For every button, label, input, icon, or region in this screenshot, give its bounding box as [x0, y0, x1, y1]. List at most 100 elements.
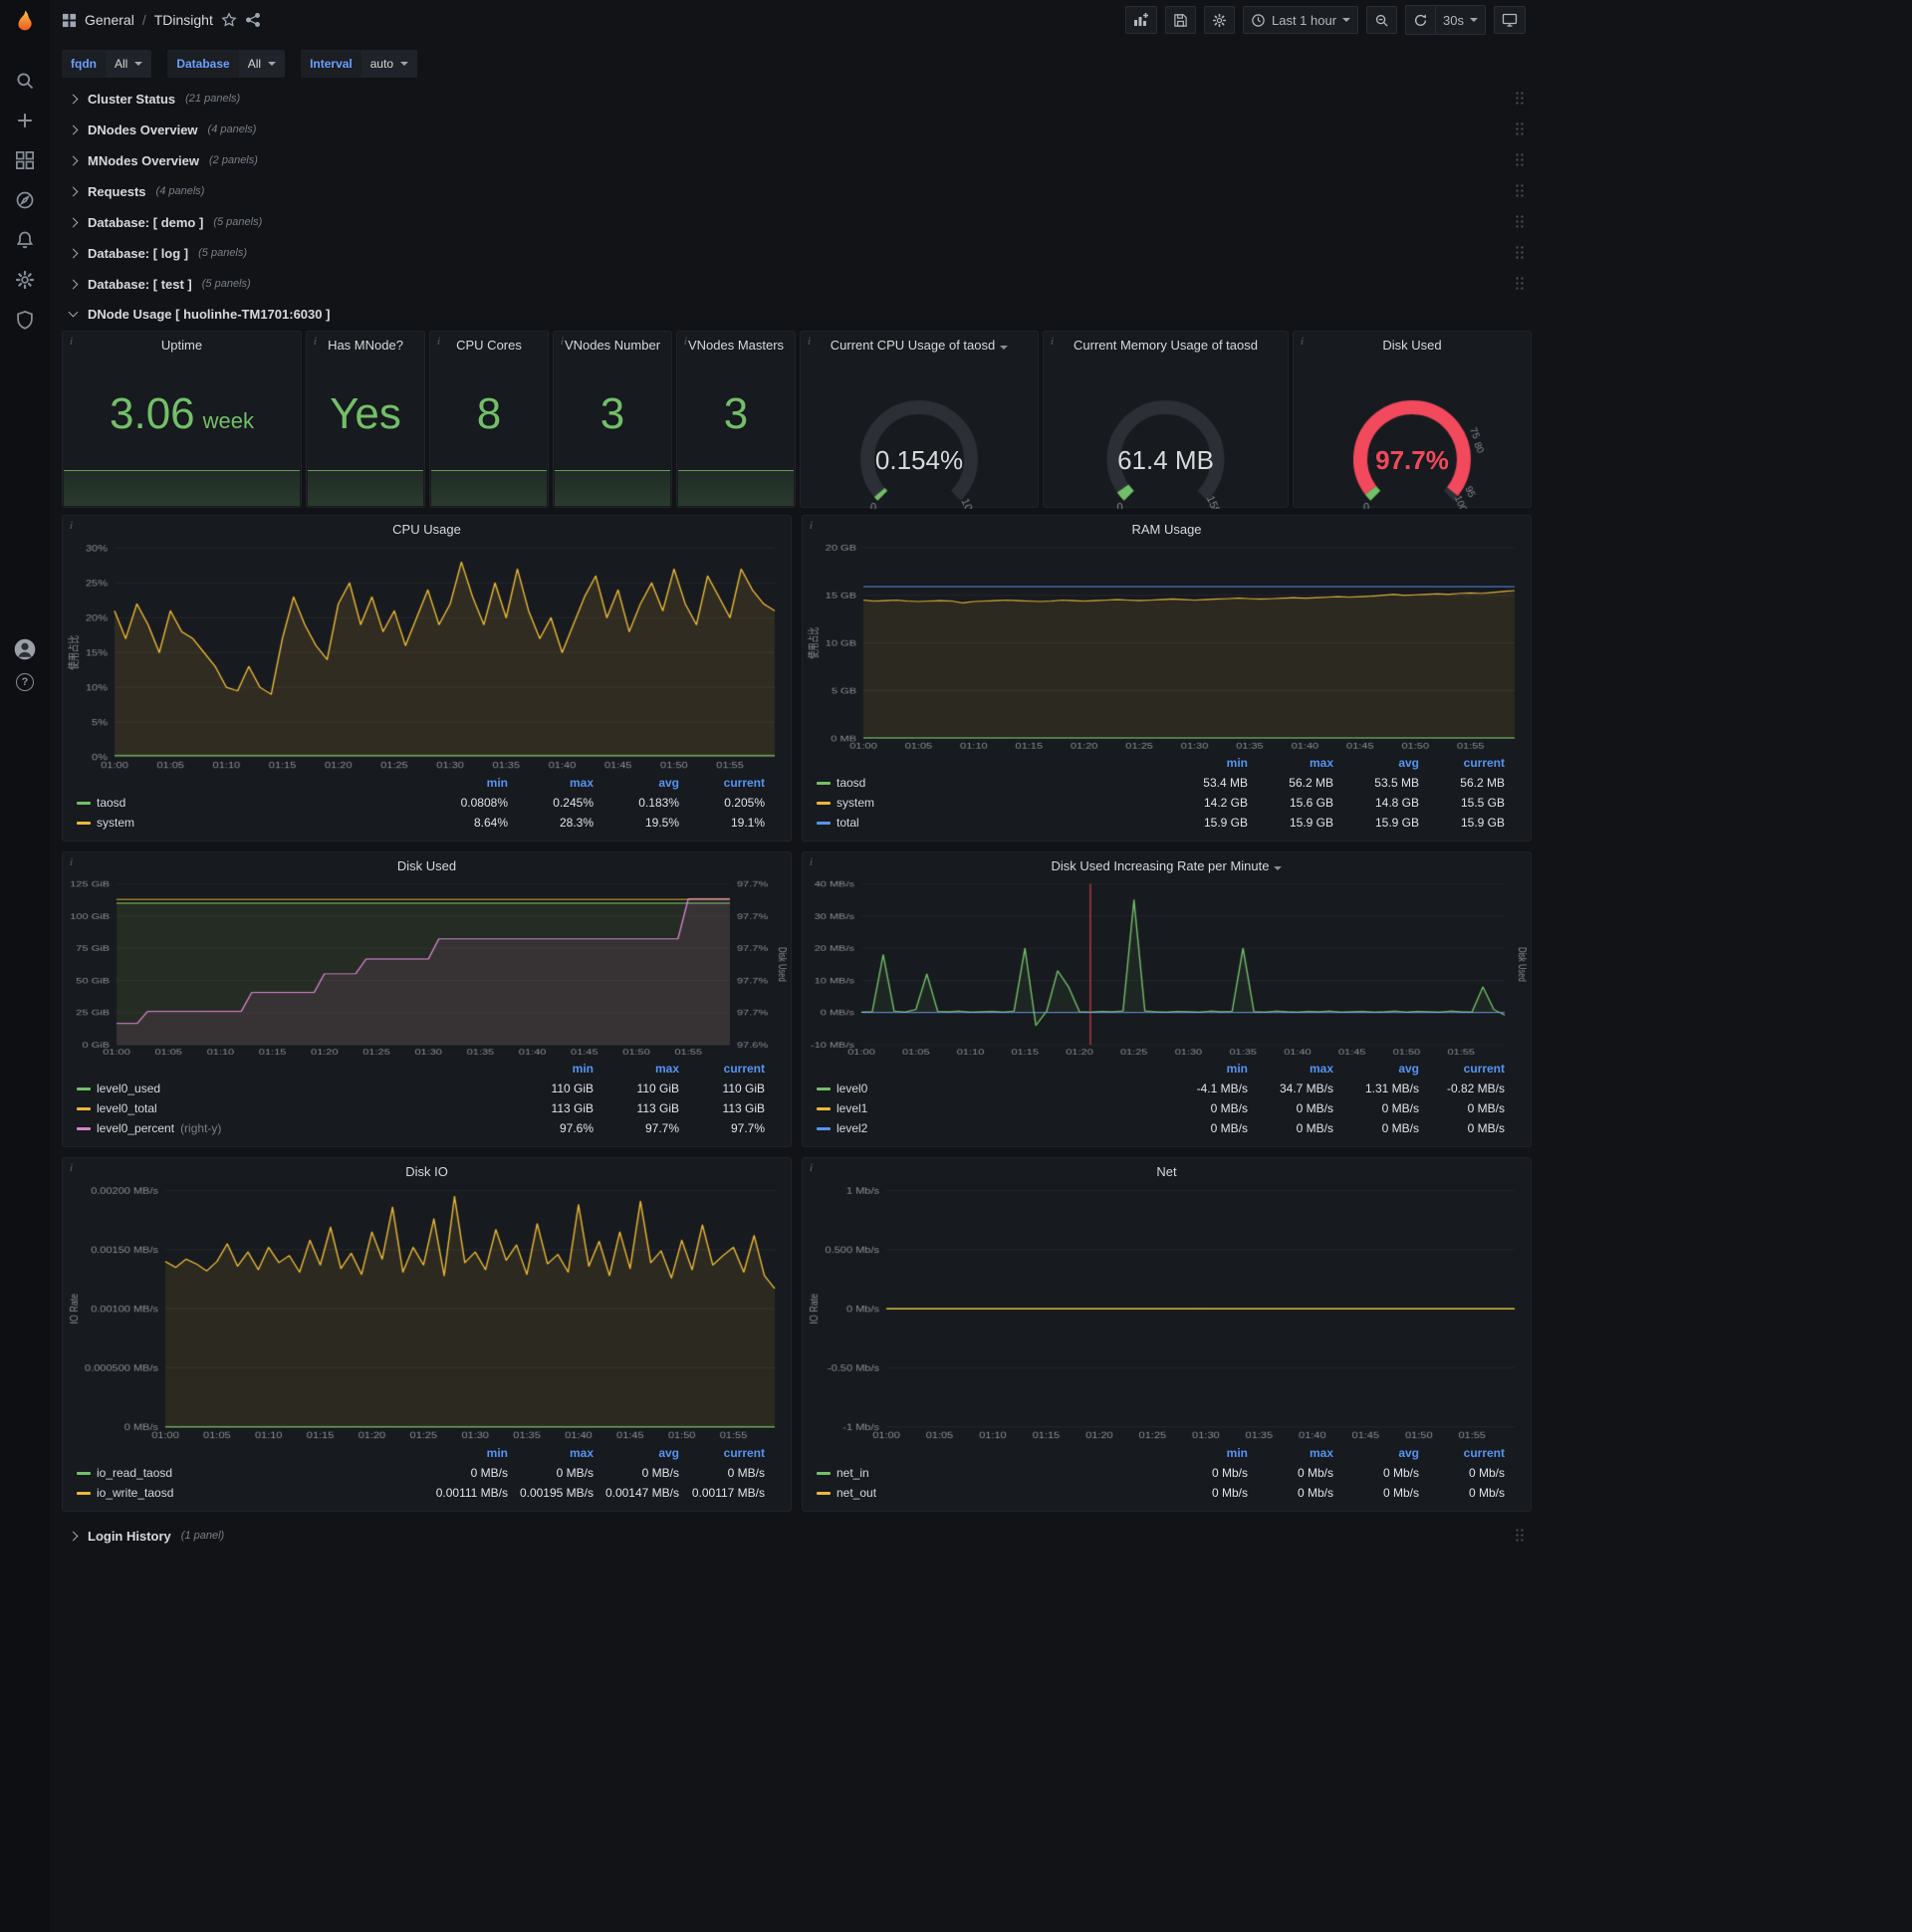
panel-title[interactable]: Disk IO: [63, 1158, 791, 1184]
legend-column-current[interactable]: current: [1419, 756, 1505, 770]
legend-column-min[interactable]: min: [1162, 1062, 1248, 1076]
legend-series-label[interactable]: level1: [817, 1101, 1162, 1115]
cpu-usage-chart[interactable]: [67, 542, 787, 773]
panel-title[interactable]: Has MNode?: [307, 332, 424, 358]
panel-info-icon[interactable]: i: [70, 520, 73, 532]
panel-info-icon[interactable]: i: [314, 336, 317, 348]
panel-title[interactable]: Disk Used: [63, 852, 791, 878]
variable-value-dropdown[interactable]: All: [238, 50, 286, 78]
disk-rate-chart[interactable]: [807, 878, 1527, 1059]
legend-series-label[interactable]: taosd: [77, 796, 422, 810]
disk-used-chart[interactable]: [67, 878, 787, 1059]
panel-title[interactable]: CPU Usage: [63, 516, 791, 542]
add-icon[interactable]: [7, 108, 43, 133]
panel-title[interactable]: VNodes Masters: [677, 332, 795, 358]
legend-series-label[interactable]: system: [817, 796, 1162, 810]
legend-column-current[interactable]: current: [1419, 1446, 1505, 1460]
panel-title[interactable]: CPU Cores: [430, 332, 548, 358]
panel-title[interactable]: Uptime: [63, 332, 301, 358]
legend-series-label[interactable]: net_out: [817, 1486, 1162, 1500]
panel-info-icon[interactable]: i: [561, 336, 564, 348]
dashboard-row-collapsed[interactable]: Database: [ log ] (5 panels): [62, 239, 1534, 267]
panel-title[interactable]: Disk Used: [1294, 332, 1531, 358]
legend-column-min[interactable]: min: [1162, 756, 1248, 770]
share-icon[interactable]: [245, 12, 261, 28]
row-drag-handle[interactable]: [1515, 214, 1526, 230]
panel-info-icon[interactable]: i: [684, 336, 687, 348]
legend-column-max[interactable]: max: [1248, 1446, 1333, 1460]
legend-series-label[interactable]: io_write_taosd: [77, 1486, 422, 1500]
dashboard-row-collapsed[interactable]: Cluster Status (21 panels): [62, 85, 1534, 113]
row-drag-handle[interactable]: [1515, 183, 1526, 199]
panel-info-icon[interactable]: i: [810, 520, 813, 532]
legend-column-max[interactable]: max: [508, 1446, 594, 1460]
dashboard-grid-icon[interactable]: [62, 13, 77, 28]
legend-series-label[interactable]: total: [817, 816, 1162, 830]
panel-info-icon[interactable]: i: [70, 856, 73, 868]
breadcrumb-section[interactable]: General: [85, 12, 134, 28]
dashboard-row-collapsed[interactable]: Login History (1 panel): [62, 1522, 1534, 1550]
legend-column-avg[interactable]: avg: [594, 776, 679, 790]
star-icon[interactable]: [221, 12, 237, 28]
panel-title[interactable]: RAM Usage: [803, 516, 1531, 542]
row-drag-handle[interactable]: [1515, 91, 1526, 107]
panel-info-icon[interactable]: i: [70, 1162, 73, 1174]
panel-info-icon[interactable]: i: [1301, 336, 1304, 348]
panel-title[interactable]: Current Memory Usage of taosd: [1044, 332, 1288, 358]
legend-series-label[interactable]: system: [77, 816, 422, 830]
legend-column-current[interactable]: current: [679, 1062, 765, 1076]
legend-column-max[interactable]: max: [594, 1062, 679, 1076]
legend-column-current[interactable]: current: [1419, 1062, 1505, 1076]
legend-series-label[interactable]: level2: [817, 1121, 1162, 1135]
variable-value-dropdown[interactable]: All: [106, 50, 152, 78]
disk-io-chart[interactable]: [67, 1184, 787, 1443]
cycle-view-button[interactable]: [1494, 6, 1526, 34]
legend-column-avg[interactable]: avg: [1333, 756, 1419, 770]
explore-compass-icon[interactable]: [7, 187, 43, 213]
ram-usage-chart[interactable]: [807, 542, 1527, 753]
row-drag-handle[interactable]: [1515, 152, 1526, 168]
panel-info-icon[interactable]: i: [810, 856, 813, 868]
dashboard-row-collapsed[interactable]: DNodes Overview (4 panels): [62, 116, 1534, 143]
dashboards-icon[interactable]: [7, 147, 43, 173]
panel-title[interactable]: VNodes Number: [554, 332, 671, 358]
dashboard-row-collapsed[interactable]: Requests (4 panels): [62, 177, 1534, 205]
search-icon[interactable]: [7, 68, 43, 94]
panel-info-icon[interactable]: i: [808, 336, 811, 348]
panel-info-icon[interactable]: i: [1051, 336, 1054, 348]
panel-title[interactable]: Net: [803, 1158, 1531, 1184]
dashboard-row-collapsed[interactable]: MNodes Overview (2 panels): [62, 146, 1534, 174]
net-chart[interactable]: [807, 1184, 1527, 1443]
dashboard-row-collapsed[interactable]: Database: [ demo ] (5 panels): [62, 208, 1534, 236]
legend-series-label[interactable]: level0_percent (right-y): [77, 1121, 508, 1135]
row-drag-handle[interactable]: [1515, 121, 1526, 137]
zoom-out-button[interactable]: [1366, 6, 1398, 34]
refresh-interval-dropdown[interactable]: 30s: [1435, 6, 1485, 34]
legend-column-avg[interactable]: avg: [1333, 1446, 1419, 1460]
row-drag-handle[interactable]: [1515, 276, 1526, 292]
row-drag-handle[interactable]: [1515, 245, 1526, 261]
legend-column-min[interactable]: min: [422, 776, 508, 790]
panel-title[interactable]: Current CPU Usage of taosd: [801, 332, 1038, 358]
time-range-picker[interactable]: Last 1 hour: [1242, 6, 1359, 34]
dashboard-row-expanded[interactable]: DNode Usage [ huolinhe-TM1701:6030 ]: [62, 300, 1534, 328]
legend-column-max[interactable]: max: [508, 776, 594, 790]
legend-column-min[interactable]: min: [422, 1446, 508, 1460]
dashboard-row-collapsed[interactable]: Database: [ test ] (5 panels): [62, 270, 1534, 298]
save-dashboard-button[interactable]: [1164, 6, 1196, 34]
legend-column-max[interactable]: max: [1248, 1062, 1333, 1076]
legend-column-avg[interactable]: avg: [1333, 1062, 1419, 1076]
legend-column-current[interactable]: current: [679, 776, 765, 790]
legend-series-label[interactable]: taosd: [817, 776, 1162, 790]
legend-column-max[interactable]: max: [1248, 756, 1333, 770]
refresh-button[interactable]: [1406, 6, 1436, 34]
alerting-bell-icon[interactable]: [7, 227, 43, 253]
grafana-logo[interactable]: [0, 0, 50, 44]
dashboard-settings-button[interactable]: [1203, 6, 1235, 34]
help-button[interactable]: ?: [0, 673, 50, 691]
breadcrumb-page[interactable]: TDinsight: [154, 12, 213, 28]
legend-column-min[interactable]: min: [1162, 1446, 1248, 1460]
panel-info-icon[interactable]: i: [437, 336, 440, 348]
legend-column-current[interactable]: current: [679, 1446, 765, 1460]
panel-info-icon[interactable]: i: [70, 336, 73, 348]
